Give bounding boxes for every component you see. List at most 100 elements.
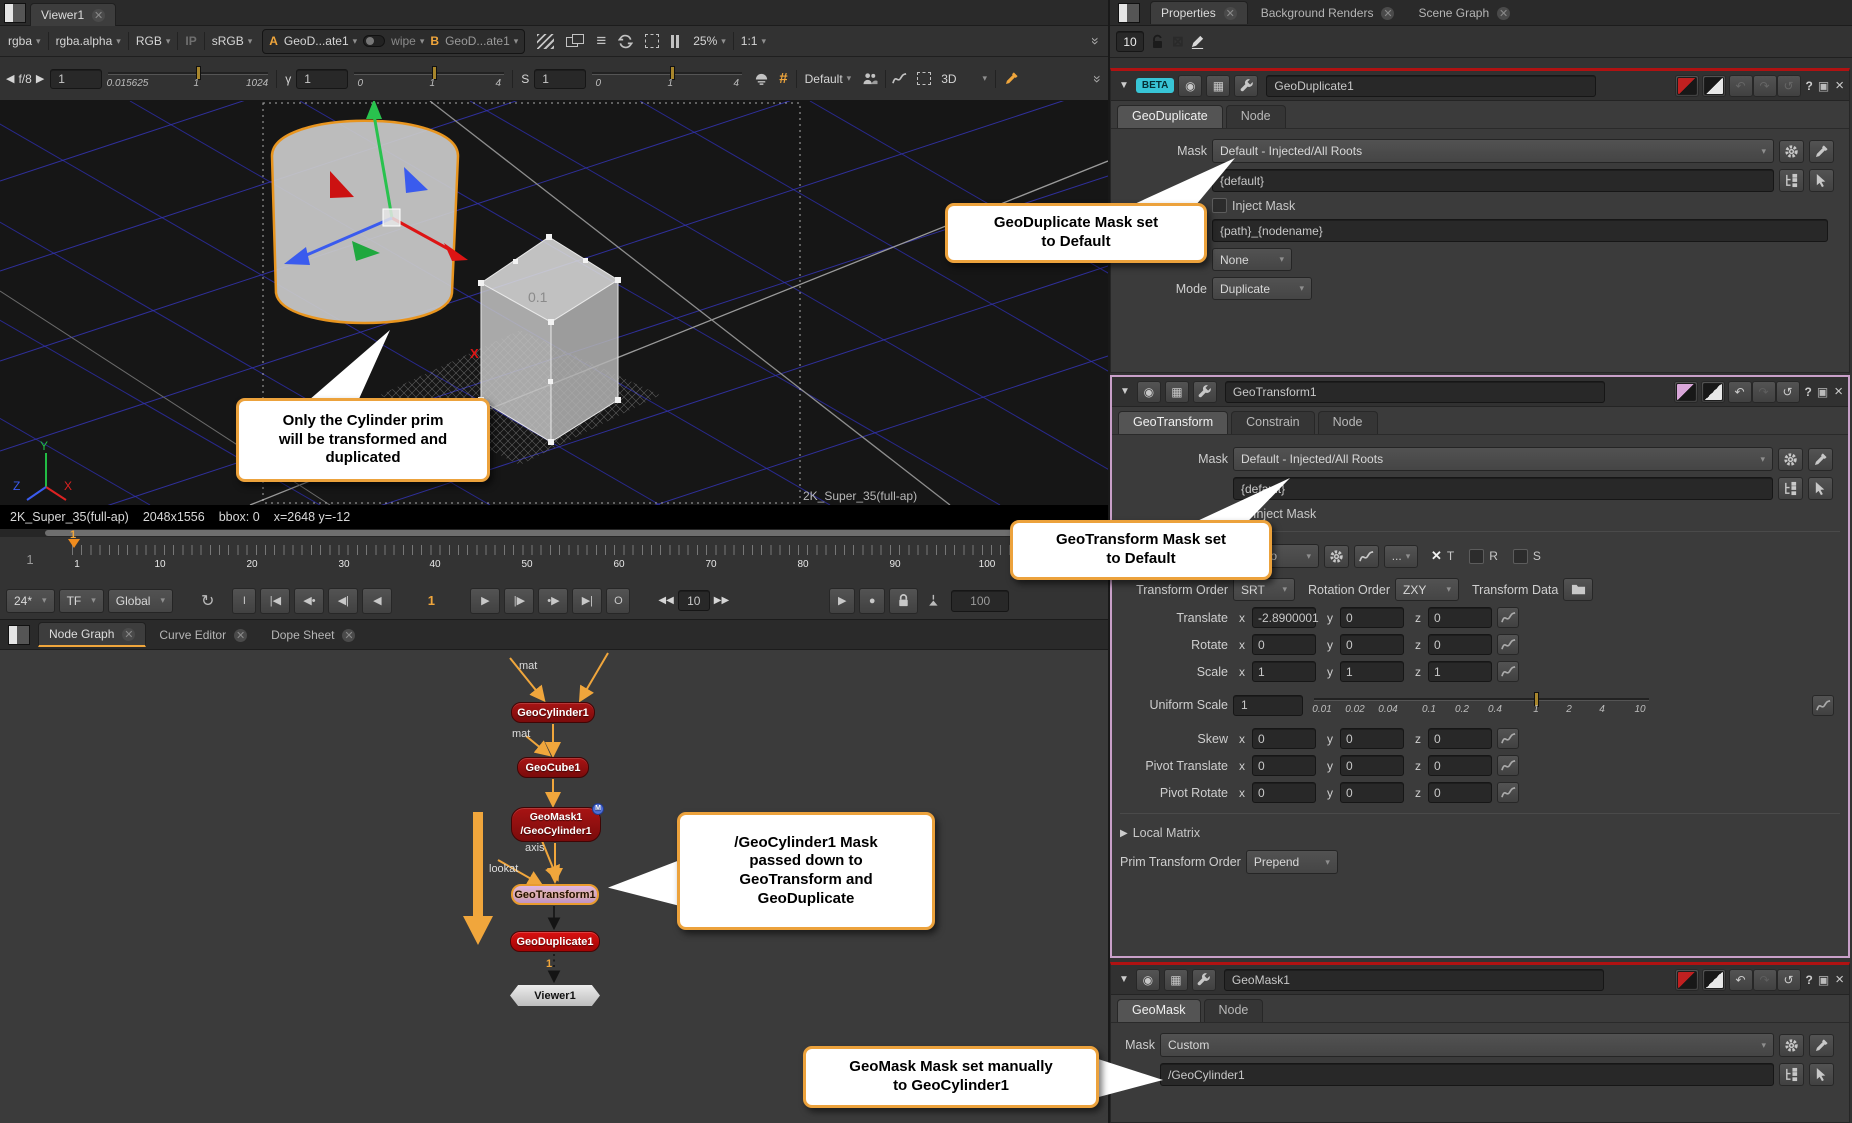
tab-node[interactable]: Node (1204, 999, 1264, 1022)
translate-y-field[interactable]: 0 (1340, 607, 1404, 628)
gain-input[interactable]: 1 (50, 69, 102, 89)
lock-panels-icon[interactable] (1150, 34, 1166, 50)
tab-background-renders[interactable]: Background Renders ✕ (1250, 1, 1406, 24)
mask-picker-eyedropper-icon[interactable] (1808, 448, 1833, 471)
node-geomask1[interactable]: GeoMask1 /GeoCylinder1 M (511, 807, 601, 842)
channels-dropdown[interactable]: rgba▾ (8, 34, 41, 48)
parent-type-dropdown[interactable]: None▾ (1212, 248, 1292, 271)
play-backward-button[interactable]: ◀ (362, 588, 392, 614)
close-icon[interactable]: ✕ (234, 629, 247, 642)
transform-data-folder-icon[interactable] (1563, 578, 1593, 601)
snap-position-icon[interactable] (1324, 545, 1349, 568)
center-in-nodegraph-icon[interactable]: ◉ (1137, 381, 1161, 403)
mask-dropdown[interactable]: Default - Injected/All Roots▾ (1212, 139, 1774, 163)
local-matrix-label[interactable]: Local Matrix (1133, 826, 1200, 840)
redo-icon[interactable]: ↷ (1752, 381, 1776, 403)
help-icon[interactable]: ? (1806, 79, 1813, 93)
saturation-input[interactable]: 1 (534, 69, 586, 89)
node-geoduplicate1[interactable]: GeoDuplicate1 (510, 931, 600, 952)
close-icon[interactable]: ✕ (342, 629, 355, 642)
revert-icon[interactable]: ↺ (1776, 381, 1800, 403)
tab-node-graph[interactable]: Node Graph ✕ (38, 622, 146, 647)
range-end-field[interactable]: 100 (951, 590, 1009, 612)
node-color-icon[interactable]: ▦ (1165, 381, 1189, 403)
center-in-nodegraph-icon[interactable]: ◉ (1136, 969, 1160, 991)
revert-icon[interactable]: ↺ (1777, 969, 1801, 991)
undo-icon[interactable]: ↶ (1729, 969, 1753, 991)
mask-picker-eyedropper-icon[interactable] (1809, 1034, 1834, 1057)
gain-lamp-icon[interactable] (754, 71, 769, 86)
prim-transform-order-dropdown[interactable]: Prepend▾ (1246, 850, 1338, 874)
clear-panels-icon[interactable]: ⊠ (1172, 33, 1184, 50)
pause-icon[interactable] (671, 35, 679, 48)
tab-geotransform[interactable]: GeoTransform (1118, 411, 1228, 434)
mask-pattern-field[interactable]: {default} (1212, 169, 1774, 192)
sample-eyedropper-icon[interactable] (1004, 71, 1019, 86)
tab-viewer1[interactable]: Viewer1 ✕ (30, 3, 116, 26)
mask-pattern-field[interactable]: {default} (1233, 477, 1773, 500)
node-name-field[interactable]: GeoDuplicate1 (1266, 75, 1596, 97)
tab-node[interactable]: Node (1226, 105, 1286, 128)
mode-dropdown[interactable]: Duplicate▾ (1212, 277, 1312, 300)
jump-forward-icon[interactable]: ▶▶ (714, 595, 729, 606)
gain-slider[interactable]: 0.015625 1 1024 (108, 64, 268, 94)
float-panel-icon[interactable]: ▣ (1818, 973, 1829, 987)
viewport-3d[interactable]: X 0.1 Y X Z 2K_Super_35(full-ap) (0, 101, 1108, 505)
refresh-icon[interactable] (618, 34, 633, 49)
scale-y-field[interactable]: 1 (1340, 661, 1404, 682)
inject-mask-checkbox[interactable] (1212, 198, 1227, 213)
skew-z-field[interactable]: 0 (1428, 728, 1492, 749)
uniform-scale-slider[interactable]: 0.01 0.02 0.04 0.1 0.2 0.4 1 2 4 10 (1314, 689, 1649, 721)
close-icon[interactable]: ✕ (122, 628, 135, 641)
pivot-translate-z-field[interactable]: 0 (1428, 755, 1492, 776)
more-controls-chevron-icon[interactable]: » (1090, 75, 1106, 83)
redo-icon[interactable]: ↷ (1753, 75, 1777, 97)
play-forward-button[interactable]: ▶ (470, 588, 500, 614)
range-scope-dropdown[interactable]: Global▾ (108, 589, 173, 613)
close-icon[interactable]: ✕ (1224, 7, 1237, 20)
wipe-mode-dropdown[interactable]: wipe▾ (391, 34, 424, 48)
mask-picker-eyedropper-icon[interactable] (1809, 140, 1834, 163)
mask-settings-gear-icon[interactable] (1779, 140, 1804, 163)
step-forward-button[interactable]: |▶ (504, 588, 534, 614)
node-color-swatch[interactable] (1674, 381, 1698, 403)
more-tools-chevron-icon[interactable]: » (1088, 37, 1104, 45)
pane-layout-icon[interactable] (1118, 3, 1140, 23)
close-icon[interactable]: ✕ (1497, 7, 1510, 20)
undo-icon[interactable]: ↶ (1728, 381, 1752, 403)
layers-icon[interactable]: ≡ (596, 31, 606, 51)
gl-color-swatch[interactable] (1701, 381, 1725, 403)
wireframe-grid-icon[interactable]: # (779, 70, 787, 87)
select-in-viewer-icon[interactable] (1809, 169, 1834, 192)
revert-icon[interactable]: ↺ (1777, 75, 1801, 97)
select-in-viewer-icon[interactable] (1808, 477, 1833, 500)
alpha-dropdown[interactable]: rgba.alpha▾ (56, 34, 121, 48)
node-geocube1[interactable]: GeoCube1 (517, 757, 589, 778)
scenegraph-browse-icon[interactable] (1778, 477, 1803, 500)
wrench-icon[interactable] (1192, 969, 1216, 991)
pivot-rotate-x-field[interactable]: 0 (1252, 782, 1316, 803)
node-color-icon[interactable]: ▦ (1206, 75, 1230, 97)
tab-scene-graph[interactable]: Scene Graph ✕ (1407, 1, 1521, 24)
scenegraph-browse-icon[interactable] (1779, 169, 1804, 192)
out-point-button[interactable]: O (606, 588, 630, 614)
tab-geoduplicate[interactable]: GeoDuplicate (1117, 105, 1223, 128)
node-name-field[interactable]: GeoTransform1 (1225, 381, 1605, 403)
lock-range-button[interactable] (889, 588, 918, 614)
translate-x-field[interactable]: -2.8900001 (1252, 607, 1316, 628)
snap-orientation-icon[interactable] (1354, 545, 1379, 568)
wrench-icon[interactable] (1234, 75, 1258, 97)
fps-dropdown[interactable]: 24*▾ (6, 589, 55, 613)
ramp-range-icon[interactable] (924, 593, 939, 608)
animation-curve-icon[interactable] (1497, 728, 1519, 749)
tab-dope-sheet[interactable]: Dope Sheet ✕ (260, 622, 366, 647)
pivot-rotate-z-field[interactable]: 0 (1428, 782, 1492, 803)
close-icon[interactable]: ✕ (1381, 7, 1394, 20)
animation-curve-icon[interactable] (1497, 607, 1519, 628)
expand-right-icon[interactable]: ▶ (1120, 828, 1128, 839)
proxy-ratio-dropdown[interactable]: 1:1▾ (741, 34, 766, 48)
pivot-translate-y-field[interactable]: 0 (1340, 755, 1404, 776)
rotate-y-field[interactable]: 0 (1340, 634, 1404, 655)
snap-menu-button[interactable]: ...▾ (1384, 545, 1418, 568)
playhead-marker[interactable] (68, 539, 80, 548)
